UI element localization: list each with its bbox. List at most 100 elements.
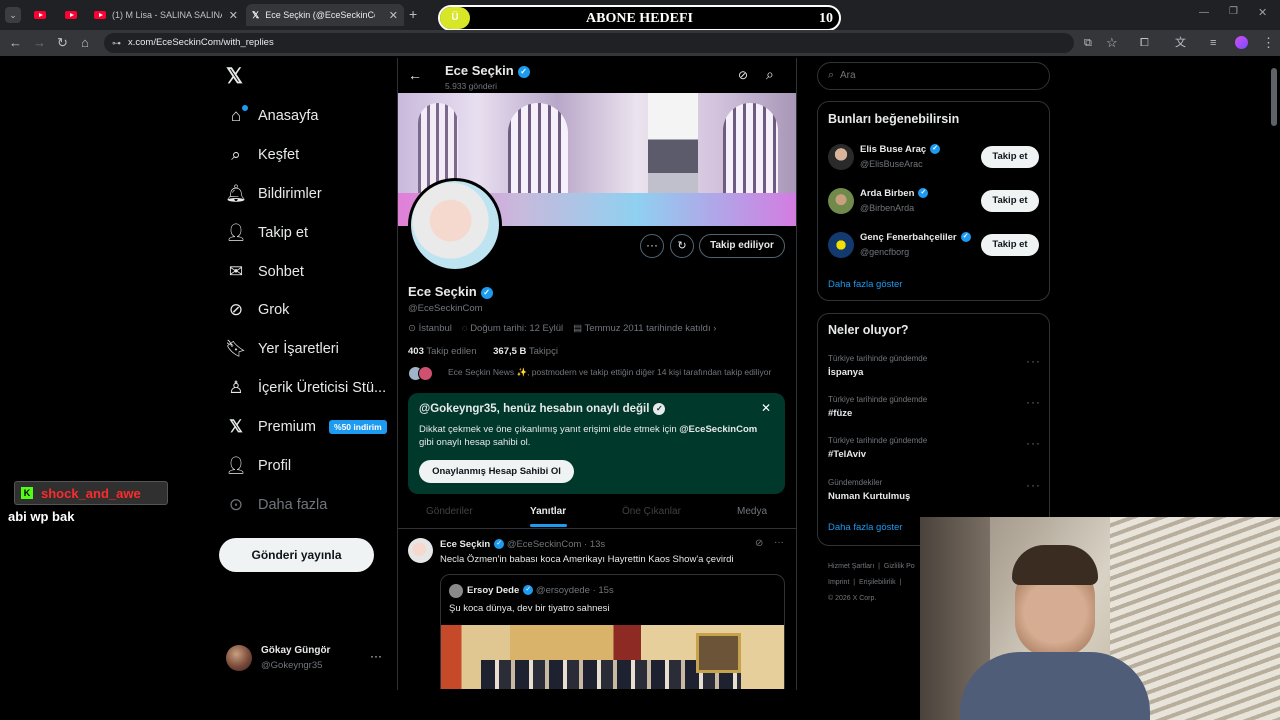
sidebar-item-more[interactable]: ⊙ Daha fazla <box>226 490 327 520</box>
sidebar-item-grok[interactable]: ⊘ Grok <box>226 295 290 325</box>
tweet-more-icon[interactable]: ··· <box>774 537 784 548</box>
trend-more-icon[interactable]: ··· <box>1026 436 1041 450</box>
browser-tab-youtube-music[interactable]: (1) M Lisa - SALINA SALINA (OI✕ <box>88 4 244 26</box>
reload-icon[interactable]: ↻ <box>57 35 68 51</box>
show-more-link[interactable]: Daha fazla göster <box>828 279 902 290</box>
window-minimize-icon[interactable]: — <box>1199 7 1209 18</box>
trend-item[interactable]: Türkiye tarihinde gündemde #füze ··· <box>818 395 1049 429</box>
home-icon[interactable]: ⌂ <box>81 35 89 51</box>
sidebar-item-profile[interactable]: 👤︎ Profil <box>225 451 292 481</box>
suggestion-name: Elis Buse Araç ✓ <box>860 144 941 155</box>
install-app-icon[interactable]: ⧉ <box>1084 35 1092 51</box>
youtube-icon <box>94 11 106 19</box>
quote-text: Şu koca dünya, dev bir tiyatro sahnesi <box>449 603 610 614</box>
sidebar-item-bookmarks[interactable]: 🔖︎ Yer İşaretleri <box>225 334 339 364</box>
tweet-header: Ece Seçkin ✓ @EceSeckinCom · 13s <box>440 539 605 550</box>
footer-link-imprint[interactable]: Imprint <box>828 579 849 586</box>
sidebar-item-creator-studio[interactable]: ♙ İçerik Üreticisi Stü... <box>226 373 386 403</box>
get-verified-button[interactable]: Onaylanmış Hesap Sahibi Ol <box>419 460 574 483</box>
subscriber-goal-overlay: Ü ABONE HEDEFI 10 <box>438 5 841 31</box>
following-button[interactable]: Takip ediliyor <box>699 234 785 258</box>
tab-replies[interactable]: Yanıtlar <box>530 506 566 517</box>
sidebar-item-explore[interactable]: ⌕ Keşfet <box>226 140 299 170</box>
person-icon: 👤︎ <box>225 456 247 475</box>
suggestions-card: Bunları beğenebilirsin Elis Buse Araç ✓ @… <box>817 101 1050 301</box>
close-tab-icon[interactable]: ✕ <box>223 9 238 22</box>
follow-button[interactable]: Takip et <box>981 146 1039 168</box>
x-logo-icon[interactable]: 𝕏 <box>226 64 243 89</box>
sidebar-item-label: Profil <box>258 458 292 474</box>
browser-tab-youtube-1[interactable] <box>28 4 56 26</box>
followed-by[interactable]: Ece Seçkin News ✨, postmodern ve takip e… <box>408 365 788 383</box>
trend-item[interactable]: Türkiye tarihinde gündemde #TelAviv ··· <box>818 436 1049 470</box>
suggestion-row[interactable]: Arda Birben ✓ @BirbenArda Takip et <box>818 184 1049 224</box>
suggestion-row[interactable]: Elis Buse Araç ✓ @ElisBuseArac Takip et <box>818 140 1049 180</box>
x-premium-icon: 𝕏 <box>229 417 243 436</box>
trend-item[interactable]: Gündemdekiler Numan Kurtulmuş ··· <box>818 478 1049 512</box>
sidebar-item-home[interactable]: ⌂ Anasayfa <box>226 101 318 131</box>
more-options-button[interactable]: ··· <box>640 234 664 258</box>
follow-button[interactable]: Takip et <box>981 190 1039 212</box>
search-box[interactable]: ⌕ Ara <box>817 62 1050 90</box>
sidebar-item-chat[interactable]: ✉ Sohbet <box>226 257 304 287</box>
trend-more-icon[interactable]: ··· <box>1026 395 1041 409</box>
copyright: © 2026 X Corp. <box>828 595 877 602</box>
forward-icon[interactable]: → <box>33 35 46 51</box>
close-tab-icon[interactable]: ✕ <box>383 9 398 22</box>
address-bar[interactable]: ⊶ x.com/EceSeckinCom/with_replies <box>104 33 1074 53</box>
browser-tab-x-profile[interactable]: 𝕏 Ece Seçkin (@EceSeckinCom) a ✕ <box>246 4 404 26</box>
footer-link-privacy[interactable]: Gizlilik Po <box>884 563 915 570</box>
join-date[interactable]: ▤ Temmuz 2011 tarihinde katıldı › <box>573 323 716 334</box>
tab-search-icon[interactable]: ⌄ <box>5 7 21 23</box>
quote-image[interactable] <box>441 625 784 689</box>
tab-highlights[interactable]: Öne Çıkanlar <box>622 506 681 517</box>
avatar <box>828 144 854 170</box>
sidebar-item-notifications[interactable]: 🔔︎ Bildirimler <box>225 179 321 209</box>
tweet[interactable]: Ece Seçkin ✓ @EceSeckinCom · 13s ⊘ ··· Ne… <box>398 529 796 689</box>
trend-item[interactable]: Türkiye tarihinde gündemde İspanya ··· <box>818 354 1049 388</box>
profile-avatar[interactable] <box>408 178 502 272</box>
grok-icon[interactable]: ⊘ <box>755 538 763 549</box>
verified-badge-icon: ✓ <box>523 585 534 596</box>
new-tab-button[interactable]: + <box>409 6 417 22</box>
browser-menu-icon[interactable]: ⋮ <box>1262 35 1275 51</box>
search-input[interactable]: Ara <box>840 70 856 81</box>
trend-context: Türkiye tarihinde gündemde <box>828 354 928 363</box>
profile-avatar-icon[interactable] <box>1235 36 1248 49</box>
quote-time: · 15s <box>592 585 614 596</box>
promo-close-icon[interactable]: ✕ <box>761 401 771 415</box>
follow-button[interactable]: Takip et <box>981 234 1039 256</box>
footer-link-accessibility[interactable]: Erişilebilirlik <box>859 579 896 586</box>
sidebar-item-premium[interactable]: 𝕏 Premium %50 indirim <box>226 412 387 442</box>
trend-more-icon[interactable]: ··· <box>1026 354 1041 368</box>
window-close-icon[interactable]: ✕ <box>1258 6 1267 19</box>
quote-tweet[interactable]: Ersoy Dede ✓ @ersoydede · 15s Şu koca dün… <box>440 574 785 689</box>
post-button[interactable]: Gönderi yayınla <box>219 538 374 572</box>
subscribe-notify-button[interactable]: ↻ <box>670 234 694 258</box>
avatar <box>449 584 463 598</box>
following-link[interactable]: 403 Takip edilen <box>408 346 477 357</box>
page-scrollbar[interactable] <box>1271 68 1277 126</box>
site-info-icon[interactable]: ⊶ <box>112 33 121 53</box>
tab-media[interactable]: Medya <box>737 506 767 517</box>
show-more-link[interactable]: Daha fazla göster <box>828 522 902 533</box>
profile-meta: ⊙ İstanbul ◌ Doğum tarihi: 12 Eylül ▤ Te… <box>408 323 716 334</box>
bookmark-star-icon[interactable]: ☆ <box>1106 35 1118 51</box>
suggestion-row[interactable]: Genç Fenerbahçeliler ✓ @gencfborg Takip e… <box>818 228 1049 268</box>
search-icon[interactable]: ⌕ <box>766 66 774 83</box>
media-controls-icon[interactable]: ≡ <box>1210 35 1216 51</box>
window-restore-icon[interactable]: ❐ <box>1229 6 1238 17</box>
back-icon[interactable]: ← <box>9 35 22 51</box>
translate-icon[interactable]: 文 <box>1175 35 1186 51</box>
extensions-icon[interactable]: ⧠ <box>1140 35 1149 51</box>
trend-more-icon[interactable]: ··· <box>1026 478 1041 492</box>
footer-link-terms[interactable]: Hizmet Şartları <box>828 563 874 570</box>
sidebar-item-follow[interactable]: 👤︎ Takip et <box>225 218 308 248</box>
more-options-icon[interactable]: ··· <box>370 649 382 663</box>
followers-link[interactable]: 367,5 B Takipçi <box>493 346 558 357</box>
browser-tab-youtube-2[interactable] <box>59 4 87 26</box>
tab-posts[interactable]: Gönderiler <box>426 506 473 517</box>
account-switcher[interactable]: Gökay Güngör @Gokeyngr35 ··· <box>222 640 390 678</box>
back-arrow-icon[interactable]: ← <box>408 67 422 83</box>
grok-analyze-icon[interactable]: ⊘ <box>738 68 748 82</box>
